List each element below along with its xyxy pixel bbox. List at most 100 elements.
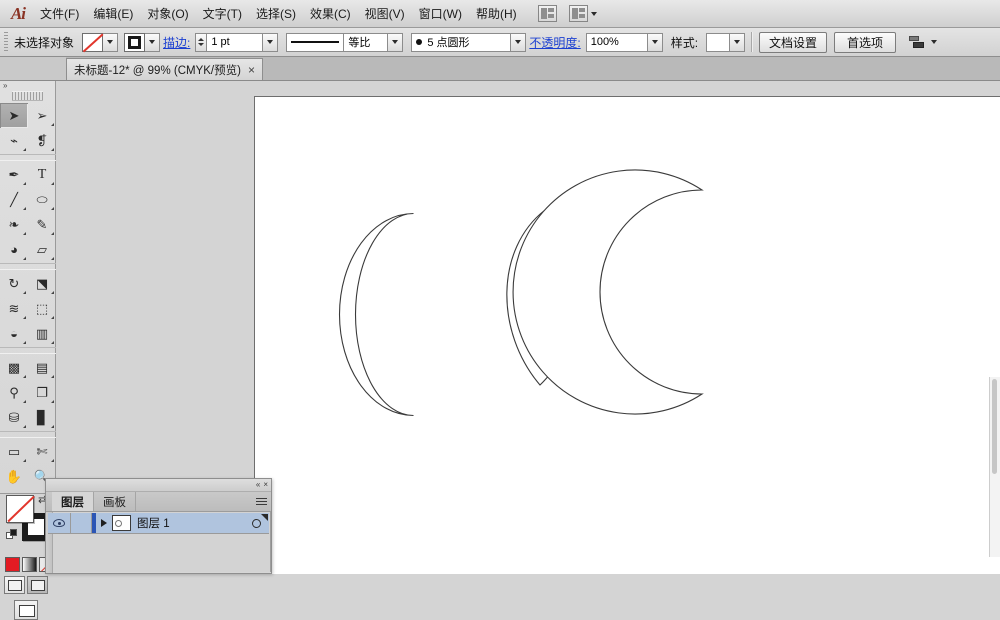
brush-definition-value[interactable]: 5 点圆形 bbox=[411, 32, 512, 52]
pencil-tool[interactable]: ✎ bbox=[28, 212, 56, 237]
tab-artboards[interactable]: 画板 bbox=[94, 492, 136, 511]
panel-menu-icon[interactable] bbox=[256, 498, 267, 507]
type-tool[interactable]: T bbox=[28, 162, 56, 187]
menu-view[interactable]: 视图(V) bbox=[358, 1, 412, 26]
layers-panel-titlebar[interactable]: « × bbox=[46, 479, 271, 492]
selection-tool[interactable]: ➤ bbox=[0, 103, 28, 128]
document-tab[interactable]: 未标题-12* @ 99% (CMYK/预览) × bbox=[66, 58, 263, 80]
scale-tool[interactable]: ⬔ bbox=[28, 271, 56, 296]
hand-tool[interactable]: ✋ bbox=[0, 464, 28, 489]
pen-tool[interactable]: ✒ bbox=[0, 162, 28, 187]
eraser-tool[interactable]: ▱ bbox=[28, 237, 56, 262]
layer-name[interactable]: 图层 1 bbox=[137, 515, 243, 531]
arrange-documents-icon[interactable] bbox=[568, 5, 588, 22]
graphic-style-control[interactable] bbox=[706, 32, 746, 52]
document-tab-bar: 未标题-12* @ 99% (CMYK/预览) × bbox=[0, 57, 1000, 81]
collapse-icon[interactable]: « bbox=[256, 481, 260, 489]
menu-file[interactable]: 文件(F) bbox=[33, 1, 86, 26]
width-warp-tool[interactable]: ≋ bbox=[0, 296, 28, 321]
graphic-style-dropdown-arrow[interactable] bbox=[730, 32, 746, 52]
tools-panel-collapse[interactable]: » bbox=[0, 81, 55, 90]
stroke-swatch-control[interactable] bbox=[124, 32, 161, 52]
brush-definition-dropdown-arrow[interactable] bbox=[511, 32, 527, 52]
gradient-tool[interactable]: ▤ bbox=[28, 355, 56, 380]
mesh-tool[interactable]: ▩ bbox=[0, 355, 28, 380]
layer-expand-toggle[interactable] bbox=[96, 519, 112, 527]
menu-effect[interactable]: 效果(C) bbox=[303, 1, 358, 26]
stroke-profile-value[interactable]: 等比 bbox=[344, 32, 389, 52]
blend-tool[interactable]: ❐ bbox=[28, 380, 56, 405]
paintbrush-tool[interactable]: ❧ bbox=[0, 212, 28, 237]
screen-mode-button[interactable] bbox=[14, 600, 38, 620]
artboard[interactable] bbox=[254, 96, 1000, 574]
rotate-tool[interactable]: ↻ bbox=[0, 271, 28, 296]
stroke-profile-dropdown-arrow[interactable] bbox=[388, 32, 404, 52]
bridge-icon[interactable] bbox=[537, 5, 557, 22]
stroke-profile-preview[interactable] bbox=[286, 32, 345, 52]
free-transform-tool[interactable]: ⬚ bbox=[28, 296, 56, 321]
toolbar-fill-swatch[interactable] bbox=[6, 495, 34, 523]
preferences-button[interactable]: 首选项 bbox=[834, 31, 897, 53]
document-tab-label: 未标题-12* @ 99% (CMYK/预览) bbox=[74, 64, 241, 77]
menu-help[interactable]: 帮助(H) bbox=[469, 1, 524, 26]
vertical-scrollbar[interactable] bbox=[989, 377, 1000, 557]
menu-window[interactable]: 窗口(W) bbox=[412, 1, 469, 26]
opacity-label-link[interactable]: 不透明度: bbox=[529, 34, 580, 51]
gradient-swatch-button[interactable] bbox=[22, 557, 37, 572]
direct-selection-tool[interactable]: ➢ bbox=[28, 103, 56, 128]
layer-visibility-toggle[interactable] bbox=[48, 519, 70, 527]
menu-object[interactable]: 对象(O) bbox=[140, 1, 195, 26]
artboard-tool[interactable]: ▭ bbox=[0, 439, 28, 464]
stroke-label-link[interactable]: 描边: bbox=[163, 34, 190, 51]
stroke-weight-control[interactable]: 1 pt bbox=[195, 32, 279, 52]
control-bar-grip[interactable] bbox=[4, 32, 8, 52]
symbol-sprayer-tool[interactable]: ⛁ bbox=[0, 405, 28, 430]
stroke-weight-stepper[interactable] bbox=[195, 32, 208, 52]
shape-builder-tool[interactable]: ◒ bbox=[0, 321, 28, 346]
stroke-dropdown-arrow[interactable] bbox=[145, 32, 161, 52]
column-graph-tool[interactable]: ▥ bbox=[28, 321, 56, 346]
close-icon[interactable]: × bbox=[263, 481, 268, 489]
stroke-swatch[interactable] bbox=[124, 32, 146, 52]
fill-dropdown-arrow[interactable] bbox=[103, 32, 119, 52]
menu-select[interactable]: 选择(S) bbox=[249, 1, 303, 26]
opacity-value[interactable]: 100% bbox=[585, 32, 648, 52]
graphic-style-swatch[interactable] bbox=[706, 32, 731, 52]
style-label: 样式: bbox=[670, 35, 699, 50]
layers-list: 图层 1 bbox=[46, 512, 271, 572]
bar-graph-tool[interactable]: ▊ bbox=[28, 405, 56, 430]
ellipse-tool[interactable]: ⬭ bbox=[28, 187, 56, 212]
table-row[interactable]: 图层 1 bbox=[48, 513, 269, 534]
align-icon[interactable] bbox=[909, 35, 925, 49]
menu-edit[interactable]: 编辑(E) bbox=[86, 1, 140, 26]
stroke-weight-value[interactable]: 1 pt bbox=[207, 32, 264, 52]
tools-panel-grip[interactable] bbox=[12, 91, 43, 101]
tool-grid: ➤ ➢ ⌁ ❡ ✒ T ╱ ⬭ ❧ ✎ ◕ ▱ ↻ ⬔ ≋ ⬚ ◒ ▥ ▩ ▤ … bbox=[0, 103, 56, 489]
opacity-dropdown-arrow[interactable] bbox=[647, 32, 663, 52]
stroke-profile-control[interactable]: 等比 bbox=[286, 32, 404, 52]
menu-bar: Ai 文件(F) 编辑(E) 对象(O) 文字(T) 选择(S) 效果(C) 视… bbox=[0, 0, 1000, 28]
close-icon[interactable]: × bbox=[248, 64, 255, 76]
chevron-down-icon[interactable] bbox=[590, 11, 597, 16]
menu-type[interactable]: 文字(T) bbox=[196, 1, 249, 26]
slice-tool[interactable]: ✄ bbox=[28, 439, 56, 464]
fill-swatch-control[interactable] bbox=[82, 32, 119, 52]
layer-lock-toggle[interactable] bbox=[70, 513, 92, 533]
default-fill-stroke-icon[interactable] bbox=[6, 529, 17, 540]
line-segment-tool[interactable]: ╱ bbox=[0, 187, 28, 212]
fill-swatch[interactable] bbox=[82, 32, 104, 52]
brush-definition-control[interactable]: 5 点圆形 bbox=[411, 32, 527, 52]
draw-behind-button[interactable] bbox=[27, 576, 48, 594]
tab-layers[interactable]: 图层 bbox=[52, 492, 94, 511]
draw-normal-button[interactable] bbox=[4, 576, 25, 594]
eyedropper-tool[interactable]: ⚲ bbox=[0, 380, 28, 405]
color-swatch-button[interactable] bbox=[5, 557, 20, 572]
lasso-tool[interactable]: ❡ bbox=[28, 128, 56, 153]
stroke-weight-dropdown-arrow[interactable] bbox=[263, 32, 279, 52]
magic-wand-tool[interactable]: ⌁ bbox=[0, 128, 28, 153]
opacity-control[interactable]: 100% bbox=[585, 32, 663, 52]
document-setup-button[interactable]: 文档设置 bbox=[759, 31, 828, 53]
blob-brush-tool[interactable]: ◕ bbox=[0, 237, 28, 262]
crescent-shape-left[interactable] bbox=[338, 212, 414, 417]
align-chevron-down-icon[interactable] bbox=[931, 40, 938, 44]
